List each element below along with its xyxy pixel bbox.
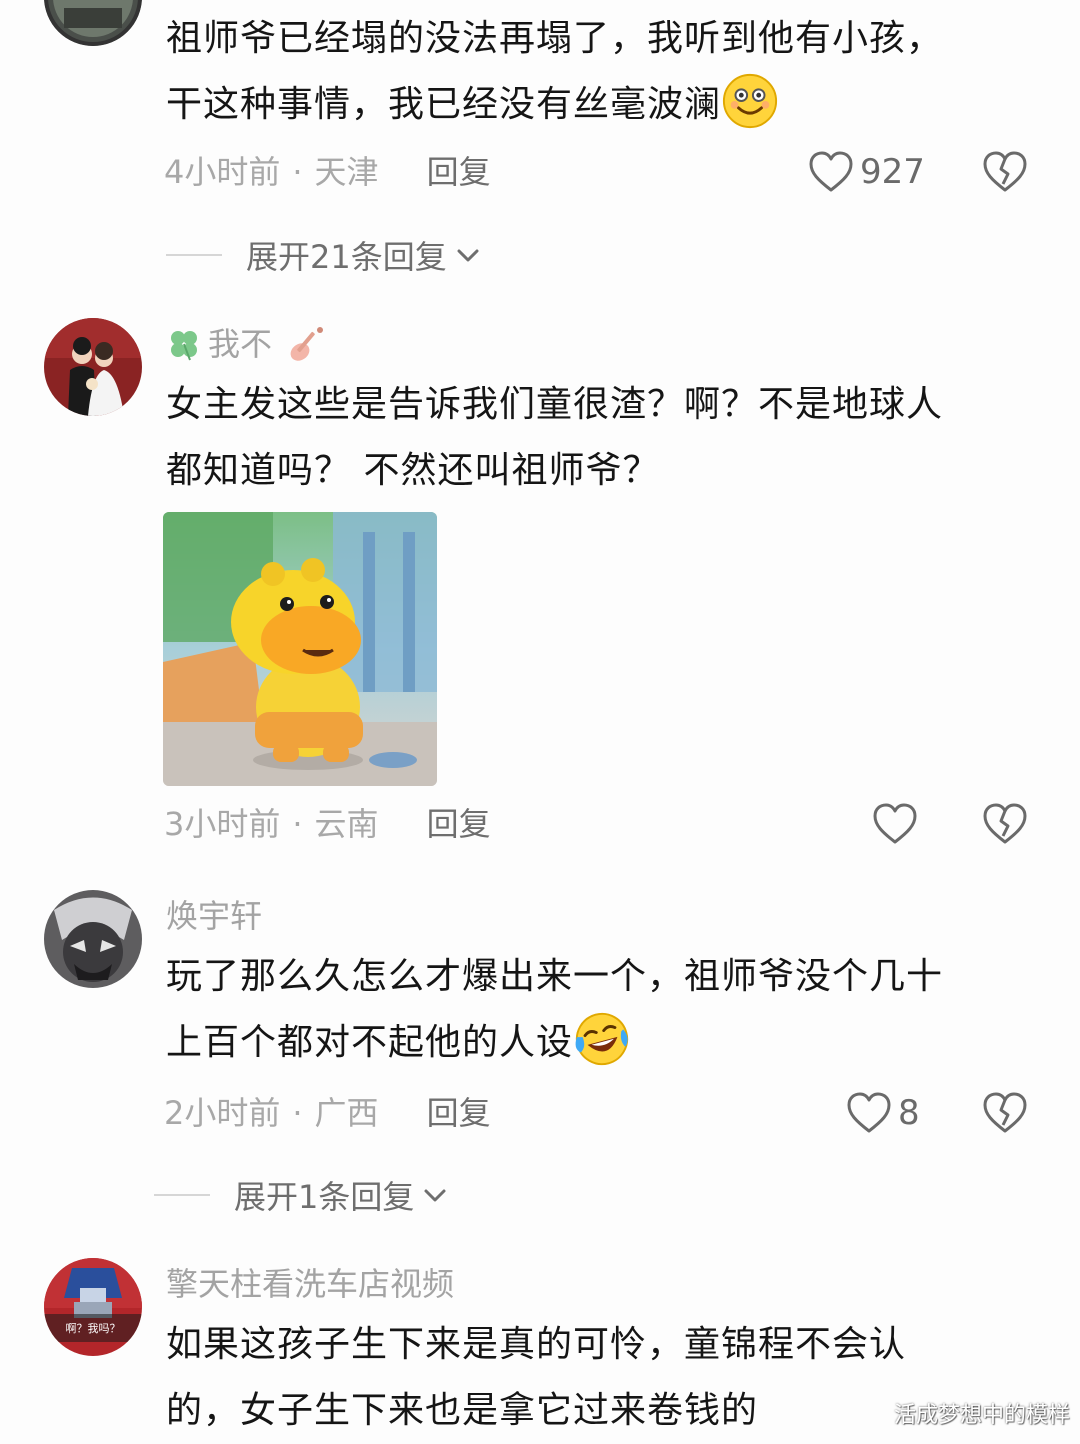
like-count: 927 xyxy=(860,152,925,192)
comment-line: 干这种事情，我已经没有丝毫波澜 xyxy=(166,72,1046,138)
broken-heart-icon xyxy=(983,151,1027,192)
comment-2-like-button[interactable] xyxy=(872,802,924,846)
expand-label: 展开21条回复 xyxy=(246,238,447,276)
broken-heart-icon xyxy=(983,803,1027,844)
comment-1-avatar[interactable] xyxy=(44,0,142,46)
location: 天津 xyxy=(314,153,379,191)
four-leaf-clover-icon xyxy=(171,331,197,361)
guitar-icon xyxy=(290,327,324,361)
comment-2-sticker-image[interactable] xyxy=(163,512,437,786)
comment-3-avatar[interactable] xyxy=(44,890,142,988)
divider-line xyxy=(154,1194,210,1196)
timestamp: 2小时前 xyxy=(164,1094,281,1132)
smiling-face-emoji xyxy=(722,73,778,129)
comment-1-meta: 4小时前 · 天津 回复 xyxy=(164,152,491,192)
comment-4-username[interactable]: 擎天柱看洗车店视频 xyxy=(166,1264,454,1304)
avatar-caption: 啊？我吗？ xyxy=(66,1322,121,1335)
comment-3-username[interactable]: 焕宇轩 xyxy=(166,896,262,936)
reply-button[interactable]: 回复 xyxy=(427,1093,491,1133)
laughing-tears-emoji xyxy=(575,1012,629,1066)
chevron-down-icon xyxy=(457,249,479,262)
comment-2-meta: 3小时前 · 云南 回复 xyxy=(164,804,491,844)
comment-3-text: 玩了那么久怎么才爆出来一个，祖师爷没个几十 上百个都对不起他的人设 xyxy=(166,944,1046,1076)
heart-icon xyxy=(809,151,853,192)
comment-line: 如果这孩子生下来是真的可怜，童锦程不会认 xyxy=(166,1324,907,1365)
location: 广西 xyxy=(314,1094,379,1132)
comment-line: 祖师爷已经塌的没法再塌了，我听到他有小孩， xyxy=(166,18,944,59)
reply-button[interactable]: 回复 xyxy=(427,152,491,192)
comment-line: 上百个都对不起他的人设 xyxy=(166,1010,1046,1076)
comment-1-text: 祖师爷已经塌的没法再塌了，我听到他有小孩， 干这种事情，我已经没有丝毫波澜 xyxy=(166,6,1046,138)
separator: · xyxy=(292,1094,303,1132)
comment-2-username[interactable]: 我不 xyxy=(166,324,330,364)
comment-1-like-button[interactable]: 927 xyxy=(808,150,925,194)
comment-2-text: 女主发这些是告诉我们童很渣？啊？不是地球人 都知道吗？ 不然还叫祖师爷？ xyxy=(166,372,1046,504)
location: 云南 xyxy=(314,805,379,843)
chevron-down-icon xyxy=(424,1189,446,1202)
heart-icon xyxy=(873,803,917,844)
comment-3-expand-replies[interactable]: 展开1条回复 xyxy=(154,1172,450,1218)
reply-button[interactable]: 回复 xyxy=(427,804,491,844)
comment-line: 玩了那么久怎么才爆出来一个，祖师爷没个几十 xyxy=(166,956,944,997)
comment-line: 都知道吗？ 不然还叫祖师爷？ xyxy=(166,450,660,491)
divider-line xyxy=(166,254,222,256)
comment-3-like-button[interactable]: 8 xyxy=(846,1091,920,1135)
comment-3-meta: 2小时前 · 广西 回复 xyxy=(164,1093,491,1133)
heart-icon xyxy=(847,1092,891,1133)
comment-line: 女主发这些是告诉我们童很渣？啊？不是地球人 xyxy=(166,384,944,425)
comment-1-dislike-button[interactable] xyxy=(982,150,1028,194)
like-count: 8 xyxy=(898,1093,920,1133)
broken-heart-icon xyxy=(983,1092,1027,1133)
timestamp: 3小时前 xyxy=(164,805,281,843)
comment-3-dislike-button[interactable] xyxy=(982,1091,1028,1135)
comment-2-avatar[interactable] xyxy=(44,318,142,416)
comment-1-expand-replies[interactable]: 展开21条回复 xyxy=(166,232,483,278)
username-text: 擎天柱看洗车店视频 xyxy=(166,1265,455,1303)
separator: · xyxy=(292,153,303,191)
username-text: 我不 xyxy=(208,325,273,363)
expand-label: 展开1条回复 xyxy=(234,1178,415,1216)
watermark: 活成梦想中的模样 xyxy=(893,1403,1070,1428)
timestamp: 4小时前 xyxy=(164,153,281,191)
comment-4-avatar[interactable]: 啊？我吗？ xyxy=(44,1258,142,1356)
comment-2-dislike-button[interactable] xyxy=(982,802,1028,846)
username-text: 焕宇轩 xyxy=(166,897,263,935)
separator: · xyxy=(292,805,303,843)
